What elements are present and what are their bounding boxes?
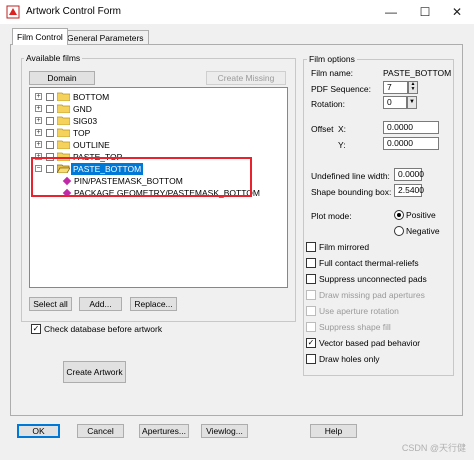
use-aperture-rotation-label: Use aperture rotation (319, 306, 399, 316)
vector-based-checkbox[interactable]: ✓ (306, 338, 316, 348)
folder-icon (57, 116, 70, 125)
viewlog-button[interactable]: Viewlog... (201, 424, 248, 438)
offset-label: Offset (311, 124, 334, 134)
folder-icon (57, 128, 70, 137)
film-label: OUTLINE (73, 140, 110, 150)
film-mirrored-checkbox[interactable] (306, 242, 316, 252)
film-checkbox[interactable] (46, 105, 54, 113)
watermark-text: CSDN @天行健 (401, 443, 466, 453)
tree-item-outline[interactable]: + OUTLINE (30, 139, 230, 151)
apertures-button[interactable]: Apertures... (139, 424, 189, 438)
pdf-sequence-field[interactable]: 7 (383, 81, 408, 94)
expand-icon[interactable]: + (35, 117, 42, 124)
create-missing-films-button[interactable]: Create Missing Films (206, 71, 286, 95)
tree-item-gnd[interactable]: + GND (30, 103, 230, 115)
positive-label: Positive (406, 210, 436, 220)
plot-mode-label: Plot mode: (311, 211, 352, 221)
film-mirrored-label: Film mirrored (319, 242, 370, 252)
radio-selected-dot (397, 213, 401, 217)
expand-icon[interactable]: + (35, 105, 42, 112)
negative-label: Negative (406, 226, 440, 236)
pdf-sequence-label: PDF Sequence: (311, 84, 372, 94)
rotation-label: Rotation: (311, 99, 346, 109)
folder-icon (57, 140, 70, 149)
film-label: GND (73, 104, 92, 114)
film-checkbox[interactable] (46, 117, 54, 125)
tree-item-bottom[interactable]: + BOTTOM (30, 91, 230, 103)
undefined-line-width-field[interactable]: 0.0000 (394, 168, 424, 181)
shape-bounding-box-field[interactable]: 2.5400 (394, 184, 424, 197)
film-name-value: PASTE_BOTTOM (383, 68, 452, 78)
add-button[interactable]: Add... (79, 297, 122, 311)
draw-holes-only-checkbox[interactable] (306, 354, 316, 364)
app-icon (6, 5, 20, 19)
film-options-label: Film options (307, 54, 357, 64)
folder-icon (57, 92, 70, 101)
check-database-checkbox[interactable]: ✓ (31, 324, 41, 334)
folder-icon (57, 104, 70, 113)
negative-radio[interactable] (394, 226, 404, 236)
film-label: SIG03 (73, 116, 98, 126)
expand-icon[interactable]: + (35, 93, 42, 100)
shape-bounding-box-label: Shape bounding box: (311, 187, 392, 197)
offset-y-field[interactable]: 0.0000 (383, 137, 439, 150)
draw-holes-only-label: Draw holes only (319, 354, 380, 364)
suppress-shape-fill-checkbox[interactable] (306, 322, 316, 332)
undefined-line-width-label: Undefined line width: (311, 171, 390, 181)
ok-button[interactable]: OK (17, 424, 60, 438)
vector-based-label: Vector based pad behavior (319, 338, 421, 348)
select-all-button[interactable]: Select all (29, 297, 72, 311)
cancel-button[interactable]: Cancel (77, 424, 124, 438)
create-artwork-button[interactable]: Create Artwork (63, 361, 126, 383)
tab-film-control[interactable]: Film Control (12, 28, 68, 45)
expand-icon[interactable]: + (35, 129, 42, 136)
offset-x-label: X: (338, 124, 347, 134)
use-aperture-rotation-checkbox[interactable] (306, 306, 316, 316)
rotation-select[interactable]: 0 (383, 96, 407, 109)
suppress-unconnected-label: Suppress unconnected pads (319, 274, 427, 284)
draw-missing-label: Draw missing pad apertures (319, 290, 425, 300)
tab-general-parameters[interactable]: General Parameters (62, 30, 149, 45)
domain-selection-button[interactable]: Domain Selection (29, 71, 95, 95)
expand-icon[interactable]: + (35, 141, 42, 148)
window-title: Artwork Control Form (26, 6, 122, 17)
film-label: TOP (73, 128, 91, 138)
replace-button[interactable]: Replace... (130, 297, 177, 311)
help-button[interactable]: Help (310, 424, 357, 438)
suppress-unconnected-checkbox[interactable] (306, 274, 316, 284)
film-label: BOTTOM (73, 92, 110, 102)
maximize-icon[interactable]: ☐ (408, 0, 442, 24)
suppress-shape-fill-label: Suppress shape fill (319, 322, 391, 332)
film-checkbox[interactable] (46, 93, 54, 101)
film-checkbox[interactable] (46, 129, 54, 137)
tree-item-sig03[interactable]: + SIG03 (30, 115, 230, 127)
chevron-down-icon[interactable]: ▼ (407, 96, 417, 109)
check-database-label: Check database before artwork (44, 324, 163, 334)
spinner-icon[interactable]: ▲ ▼ (408, 81, 418, 94)
tree-item-top[interactable]: + TOP (30, 127, 230, 139)
full-contact-checkbox[interactable] (306, 258, 316, 268)
close-icon[interactable]: ✕ (440, 0, 474, 24)
annotation-highlight (31, 157, 252, 197)
available-films-label: Available films (24, 53, 83, 63)
offset-x-field[interactable]: 0.0000 (383, 121, 439, 134)
offset-y-label: Y: (338, 140, 346, 150)
film-name-label: Film name: (311, 68, 354, 78)
full-contact-label: Full contact thermal-reliefs (319, 258, 419, 268)
draw-missing-checkbox[interactable] (306, 290, 316, 300)
film-checkbox[interactable] (46, 141, 54, 149)
minimize-icon[interactable]: — (374, 0, 408, 24)
positive-radio[interactable] (394, 210, 404, 220)
